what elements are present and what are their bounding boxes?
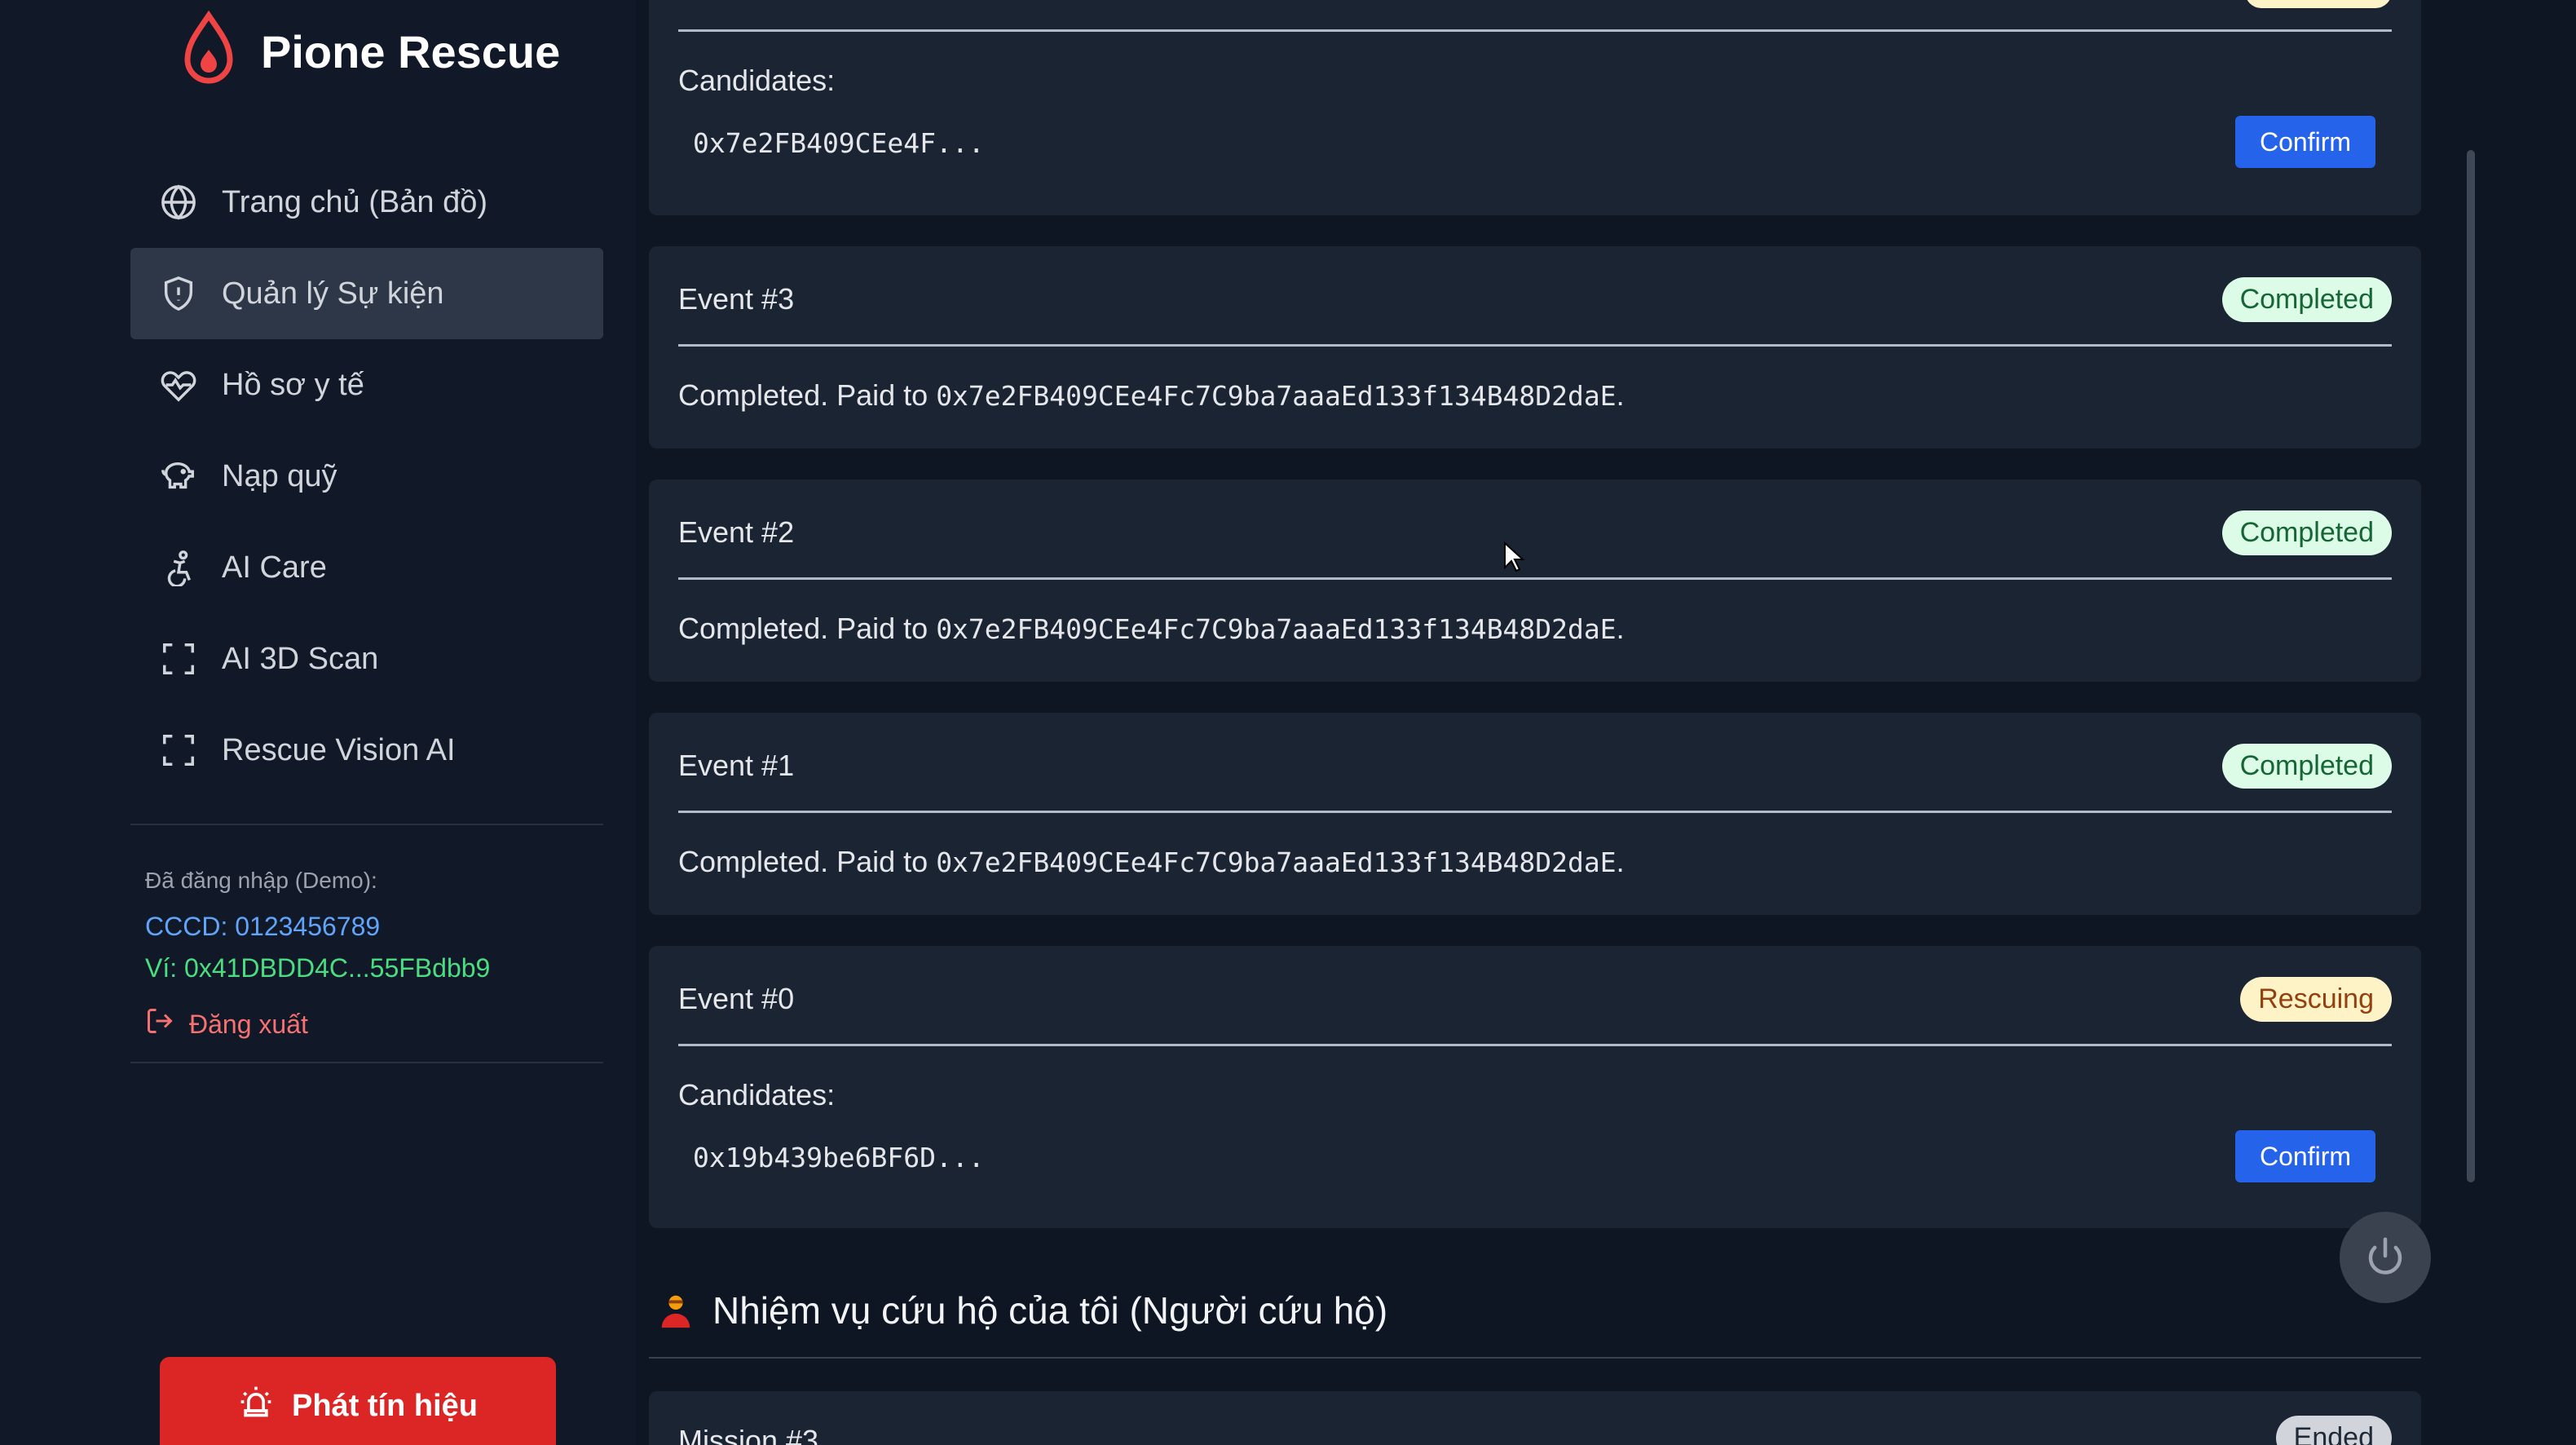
rescuer-icon: [657, 1292, 695, 1329]
period: .: [1616, 612, 1625, 645]
status-badge: Completed: [2221, 510, 2392, 555]
event-description: Completed. Paid to 0x7e2FB409CEe4Fc7C9ba…: [678, 612, 1625, 646]
payment-text: Completed. Paid to: [678, 612, 937, 645]
send-signal-label: Phát tín hiệu: [292, 1388, 478, 1423]
divider: [130, 824, 603, 825]
sidebar-item-label: Rescue Vision AI: [222, 732, 456, 767]
event-card: Event #3 Completed Completed. Paid to 0x…: [649, 246, 2421, 449]
period: .: [1616, 378, 1625, 412]
candidates-label: Candidates:: [678, 1078, 836, 1111]
candidate-address[interactable]: 0x19b439be6BF6D...: [693, 1142, 985, 1173]
status-badge: Rescuing: [2240, 976, 2392, 1022]
candidates-label: Candidates:: [678, 64, 836, 97]
status-badge: [2245, 0, 2392, 8]
payment-text: Completed. Paid to: [678, 378, 937, 412]
divider: [130, 1062, 603, 1063]
accessibility-icon: [160, 549, 197, 588]
sidebar-item-home-map[interactable]: Trang chủ (Bản đồ): [130, 157, 603, 248]
payee-address: 0x7e2FB409CEe4Fc7C9ba7aaaEd133f134B48D2d…: [936, 613, 1617, 645]
flame-drop-logo-icon: [179, 10, 238, 93]
scrollbar-thumb[interactable]: [2467, 150, 2475, 1182]
event-card: Event #0 Rescuing Candidates: 0x19b439be…: [649, 946, 2421, 1228]
sidebar-item-label: Hồ sơ y tế: [222, 367, 364, 402]
candidate-address[interactable]: 0x7e2FB409CEe4F...: [693, 127, 985, 159]
card-divider: [678, 811, 2392, 813]
event-description: Completed. Paid to 0x7e2FB409CEe4Fc7C9ba…: [678, 845, 1625, 879]
confirm-button[interactable]: Confirm: [2235, 116, 2375, 168]
power-button[interactable]: [2340, 1212, 2431, 1303]
status-badge: Completed: [2221, 276, 2392, 322]
mission-card: Mission #3 Ended: [649, 1391, 2421, 1445]
sidebar-item-deposit[interactable]: Nạp quỹ: [130, 431, 603, 522]
sidebar-item-label: AI Care: [222, 550, 327, 585]
scan-icon: [160, 731, 197, 769]
logout-label: Đăng xuất: [189, 1009, 308, 1039]
shield-icon: [160, 275, 197, 312]
wallet-address: Ví: 0x41DBDD4C...55FBdbb9: [145, 953, 491, 983]
payee-address: 0x7e2FB409CEe4Fc7C9ba7aaaEd133f134B48D2d…: [936, 380, 1617, 412]
citizen-id: CCCD: 0123456789: [145, 912, 381, 941]
globe-icon: [160, 183, 197, 221]
event-title: Event #1: [678, 749, 795, 782]
event-title: Event #0: [678, 982, 795, 1015]
confirm-button[interactable]: Confirm: [2235, 1130, 2375, 1182]
card-divider: [678, 29, 2392, 32]
mission-title: Mission #3: [678, 1424, 819, 1445]
payment-text: Completed. Paid to: [678, 845, 937, 878]
app-name: Pione Rescue: [261, 25, 561, 77]
sidebar-nav: Trang chủ (Bản đồ) Quản lý Sự kiện Hồ sơ…: [130, 157, 603, 796]
power-icon: [2363, 1234, 2407, 1282]
event-title: Event #3: [678, 282, 795, 316]
sidebar-item-ai-care[interactable]: AI Care: [130, 522, 603, 613]
sidebar-item-label: AI 3D Scan: [222, 641, 379, 676]
missions-section-title: Nhiệm vụ cứu hộ của tôi (Người cứu hộ): [657, 1288, 1387, 1332]
event-description: Completed. Paid to 0x7e2FB409CEe4Fc7C9ba…: [678, 378, 1625, 413]
login-label: Đã đăng nhập (Demo):: [145, 868, 377, 893]
sidebar: Pione Rescue Trang chủ (Bản đồ) Quản lý …: [0, 0, 636, 1445]
missions-title: Nhiệm vụ cứu hộ của tôi (Người cứu hộ): [712, 1289, 1388, 1332]
siren-icon: [238, 1384, 292, 1428]
period: .: [1616, 845, 1625, 878]
event-card-top: Candidates: 0x7e2FB409CEe4F... Confirm: [649, 0, 2421, 215]
event-card: Event #2 Completed Completed. Paid to 0x…: [649, 479, 2421, 682]
sidebar-item-label: Nạp quỹ: [222, 458, 337, 493]
logout-icon: [145, 1006, 189, 1042]
card-divider: [678, 577, 2392, 580]
payee-address: 0x7e2FB409CEe4Fc7C9ba7aaaEd133f134B48D2d…: [936, 846, 1617, 878]
event-card: Event #1 Completed Completed. Paid to 0x…: [649, 713, 2421, 915]
sidebar-item-rescue-vision-ai[interactable]: Rescue Vision AI: [130, 705, 603, 796]
send-signal-button[interactable]: Phát tín hiệu: [160, 1357, 556, 1445]
logout-link[interactable]: Đăng xuất: [145, 1006, 490, 1042]
scan-icon: [160, 640, 197, 678]
sidebar-item-label: Quản lý Sự kiện: [222, 276, 444, 311]
sidebar-item-medical-records[interactable]: Hồ sơ y tế: [130, 339, 603, 431]
sidebar-item-label: Trang chủ (Bản đồ): [222, 184, 487, 219]
event-title: Event #2: [678, 515, 795, 549]
brand[interactable]: Pione Rescue: [179, 7, 560, 96]
login-info: Đã đăng nhập (Demo): CCCD: 0123456789 Ví…: [145, 868, 490, 1042]
sidebar-item-ai-3d-scan[interactable]: AI 3D Scan: [130, 613, 603, 705]
mouse-cursor-icon: [1503, 541, 1525, 572]
sidebar-item-event-management[interactable]: Quản lý Sự kiện: [130, 248, 603, 339]
piggy-bank-icon: [160, 457, 197, 495]
divider: [649, 1357, 2421, 1359]
heart-pulse-icon: [160, 366, 197, 404]
card-divider: [678, 344, 2392, 347]
status-badge: Completed: [2221, 743, 2392, 789]
status-badge: Ended: [2275, 1416, 2392, 1445]
card-divider: [678, 1044, 2392, 1046]
